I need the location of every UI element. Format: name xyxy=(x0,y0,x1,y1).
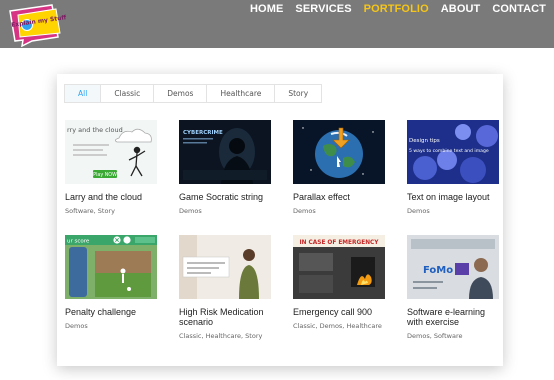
thumb-text: CYBERCRIME xyxy=(183,130,223,136)
project-tags: Demos xyxy=(65,322,88,330)
portfolio-item[interactable]: Design tips 5 ways to combine text and i… xyxy=(407,120,499,217)
thumbnail-emergency-call[interactable]: IN CASE OF EMERGENCY xyxy=(293,235,385,299)
thumb-text: ur score xyxy=(67,239,90,245)
filter-healthcare[interactable]: Healthcare xyxy=(207,85,276,102)
project-tags: Demos xyxy=(407,207,430,215)
logo[interactable]: Explain my Stuff xyxy=(6,3,70,47)
project-title[interactable]: High Risk Medication scenario xyxy=(179,307,271,327)
nav-services[interactable]: SERVICES xyxy=(295,3,351,15)
project-title[interactable]: Game Socratic string xyxy=(179,192,271,202)
project-tags: Classic, Demos, Healthcare xyxy=(293,322,382,330)
thumb-text: IN CASE OF EMERGENCY xyxy=(300,240,380,246)
nav-portfolio[interactable]: PORTFOLIO xyxy=(364,3,429,15)
project-tags: Software, Story xyxy=(65,207,115,215)
filter-all[interactable]: All xyxy=(65,85,102,102)
portfolio-item[interactable]: CYBERCRIME Game Socratic string Demos xyxy=(179,120,271,217)
project-tags: Classic, Healthcare, Story xyxy=(179,332,263,340)
project-title[interactable]: Penalty challenge xyxy=(65,307,157,317)
filter-story[interactable]: Story xyxy=(275,85,321,102)
filter-bar: All Classic Demos Healthcare Story xyxy=(64,84,323,103)
project-title[interactable]: Emergency call 900 xyxy=(293,307,385,317)
main-menu: HOME SERVICES PORTFOLIO ABOUT CONTACT xyxy=(250,3,546,15)
nav-about[interactable]: ABOUT xyxy=(441,3,481,15)
top-navbar: Explain my Stuff HOME SERVICES PORTFOLIO… xyxy=(0,0,554,48)
portfolio-item[interactable]: High Risk Medication scenario Classic, H… xyxy=(179,235,271,342)
project-title[interactable]: Software e-learning with exercise xyxy=(407,307,499,327)
thumbnail-text-on-image-layout[interactable]: Design tips 5 ways to combine text and i… xyxy=(407,120,499,184)
portfolio-item[interactable]: ur score Penalty challenge Demos xyxy=(65,235,157,332)
thumbnail-software-e-learning[interactable]: FoMo xyxy=(407,235,499,299)
thumb-text: Design tips xyxy=(409,138,440,144)
project-tags: Demos xyxy=(293,207,316,215)
nav-home[interactable]: HOME xyxy=(250,3,283,15)
project-tags: Demos xyxy=(179,207,202,215)
thumb-text: rry and the cloud xyxy=(67,126,123,134)
portfolio-item[interactable]: IN CASE OF EMERGENCY Emergency call 900 … xyxy=(293,235,385,332)
thumbnail-game-socratic-string[interactable]: CYBERCRIME xyxy=(179,120,271,184)
thumbnail-high-risk-medication[interactable] xyxy=(179,235,271,299)
project-tags: Demos, Software xyxy=(407,332,463,340)
project-title[interactable]: Larry and the cloud xyxy=(65,192,157,202)
project-title[interactable]: Text on image layout xyxy=(407,192,499,202)
portfolio-item[interactable]: Parallax effect Demos xyxy=(293,120,385,217)
thumbnail-larry-and-the-cloud[interactable]: rry and the cloud Play NOW xyxy=(65,120,157,184)
thumbnail-parallax-effect[interactable] xyxy=(293,120,385,184)
filter-classic[interactable]: Classic xyxy=(101,85,155,102)
play-now-button: Play NOW xyxy=(93,172,117,178)
portfolio-item[interactable]: rry and the cloud Play NOW Larry and the… xyxy=(65,120,157,217)
project-title[interactable]: Parallax effect xyxy=(293,192,385,202)
thumbnail-penalty-challenge[interactable]: ur score xyxy=(65,235,157,299)
thumb-text-secondary: 5 ways to combine text and image xyxy=(409,148,489,154)
filter-demos[interactable]: Demos xyxy=(154,85,208,102)
thumb-text: FoMo xyxy=(423,265,453,276)
portfolio-item[interactable]: FoMo Software e-learning with exercise D… xyxy=(407,235,499,342)
nav-contact[interactable]: CONTACT xyxy=(492,3,546,15)
